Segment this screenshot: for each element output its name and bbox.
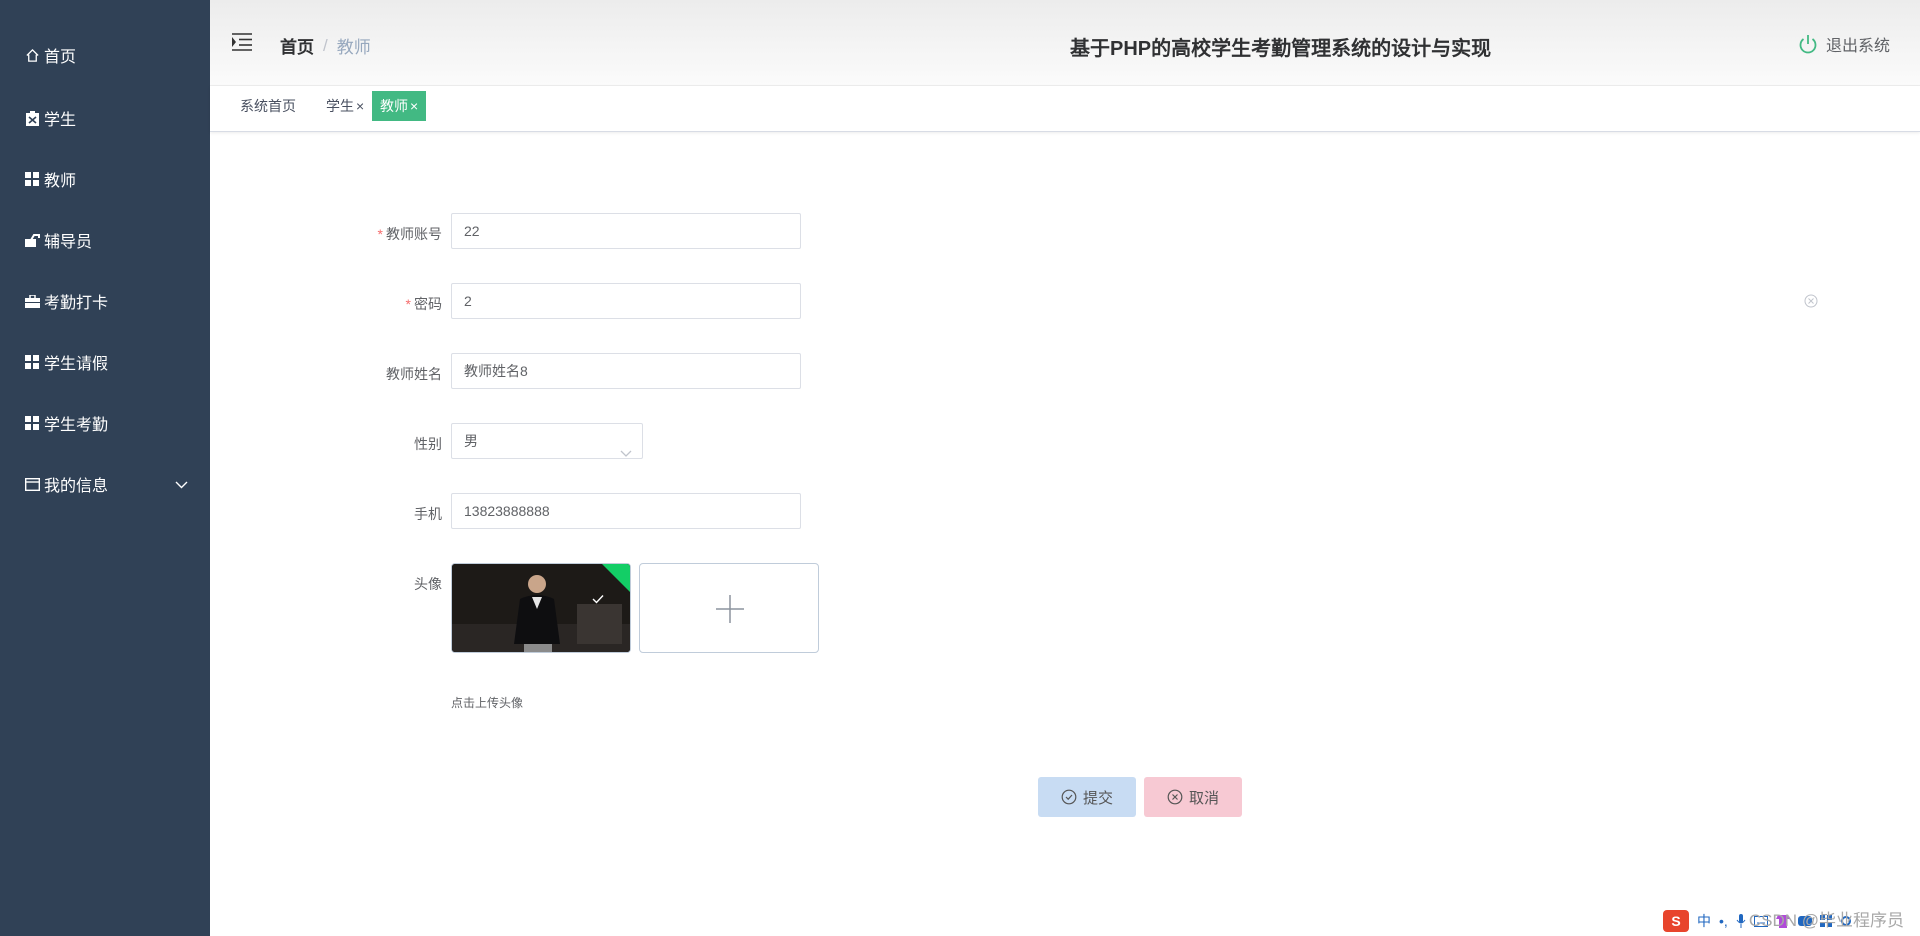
system-title: 基于PHP的高校学生考勤管理系统的设计与实现 — [1070, 38, 1492, 60]
sidebar-item-home[interactable]: 首页 — [0, 35, 210, 75]
gender-select[interactable]: 男 — [451, 423, 643, 459]
sidebar-item-attendance-checkin[interactable]: 考勤打卡 — [0, 281, 210, 321]
plus-icon — [716, 595, 744, 623]
tag-label: 系统首页 — [240, 98, 296, 114]
gender-value: 男 — [464, 433, 478, 449]
phone-input[interactable]: 13823888888 — [451, 493, 801, 529]
phone-label: 手机 — [414, 506, 442, 522]
grid-icon — [24, 171, 40, 187]
teacher-name-input[interactable]: 教师姓名8 — [451, 353, 801, 389]
clipboard-icon — [24, 110, 40, 126]
breadcrumb: 首页 / 教师 — [280, 33, 371, 58]
punctuation-icon[interactable]: •, — [1719, 913, 1728, 929]
teacher-name-label: 教师姓名 — [386, 366, 442, 382]
cancel-label: 取消 — [1188, 789, 1219, 807]
sidebar-item-teacher[interactable]: 教师 — [0, 159, 210, 199]
chevron-down-icon — [620, 436, 632, 470]
check-icon — [592, 595, 604, 604]
microphone-icon[interactable] — [1736, 914, 1746, 928]
ime-logo[interactable]: S — [1663, 910, 1689, 932]
menu-toggle-icon[interactable] — [232, 33, 252, 51]
logout-label: 退出系统 — [1825, 38, 1890, 55]
grid-icon — [24, 415, 40, 431]
breadcrumb-current: 教师 — [336, 38, 371, 57]
top-header: 首页 / 教师 基于PHP的高校学生考勤管理系统的设计与实现 退出系统 — [210, 0, 1920, 86]
sidebar-item-my-info[interactable]: 我的信息 — [0, 464, 210, 504]
account-label: * 教师账号 — [377, 226, 442, 242]
avatar-upload-button[interactable] — [639, 563, 819, 653]
avatar-thumbnail[interactable] — [451, 563, 631, 653]
tag-label: 学生 — [326, 98, 354, 114]
password-input[interactable]: 2 — [451, 283, 801, 319]
sidebar-item-label: 首页 — [44, 49, 77, 66]
cancel-button[interactable]: 取消 — [1144, 777, 1242, 817]
grid-icon — [24, 354, 40, 370]
sidebar-item-label: 学生请假 — [44, 356, 109, 373]
account-input[interactable]: 22 — [451, 213, 801, 249]
sidebar-item-label: 辅导员 — [44, 234, 93, 251]
sidebar-item-counselor[interactable]: 辅导员 — [0, 220, 210, 260]
sidebar-item-label: 我的信息 — [44, 478, 109, 495]
success-badge — [602, 564, 630, 592]
clear-circle-icon[interactable] — [1804, 294, 1818, 313]
tag-system-home[interactable]: 系统首页 — [232, 91, 304, 121]
power-icon — [1799, 35, 1817, 54]
card-icon — [24, 476, 40, 492]
check-circle-icon — [1061, 789, 1077, 805]
upload-hint: 点击上传头像 — [451, 696, 524, 710]
home-icon — [24, 47, 40, 63]
logout-button[interactable]: 退出系统 — [1798, 32, 1890, 56]
close-icon[interactable]: × — [410, 98, 418, 114]
tag-student[interactable]: 学生 × — [318, 91, 372, 121]
required-mark: * — [405, 296, 411, 312]
tag-label: 教师 — [380, 98, 408, 114]
breadcrumb-home[interactable]: 首页 — [280, 33, 314, 58]
sidebar-item-label: 学生考勤 — [44, 417, 109, 434]
password-label: * 密码 — [405, 296, 442, 312]
avatar-label: 头像 — [414, 576, 442, 592]
share-icon — [24, 232, 40, 248]
tag-teacher[interactable]: 教师 × — [372, 91, 427, 121]
sidebar: 首页 学生 教师 辅导员 考勤打卡 学生请假 学生考勤 我的信息 — [0, 0, 210, 936]
submit-label: 提交 — [1082, 789, 1113, 807]
sidebar-item-label: 学生 — [44, 112, 77, 129]
sidebar-item-label: 教师 — [44, 173, 77, 190]
breadcrumb-separator: / — [323, 35, 328, 55]
sidebar-item-label: 考勤打卡 — [44, 295, 109, 312]
close-icon[interactable]: × — [356, 98, 364, 114]
csdn-watermark: CSDN @毕业程序员 — [1748, 911, 1904, 930]
chevron-down-icon[interactable] — [175, 476, 188, 494]
tags-view: 系统首页 学生 × 教师 × — [210, 86, 1920, 132]
gender-label: 性别 — [414, 436, 442, 452]
ime-language[interactable]: 中 — [1697, 911, 1711, 931]
submit-button[interactable]: 提交 — [1038, 777, 1136, 817]
sidebar-item-student[interactable]: 学生 — [0, 98, 210, 138]
close-circle-icon — [1167, 789, 1183, 805]
sidebar-item-student-attendance[interactable]: 学生考勤 — [0, 403, 210, 443]
required-mark: * — [377, 226, 383, 242]
sidebar-item-student-leave[interactable]: 学生请假 — [0, 342, 210, 382]
briefcase-icon — [24, 293, 40, 309]
